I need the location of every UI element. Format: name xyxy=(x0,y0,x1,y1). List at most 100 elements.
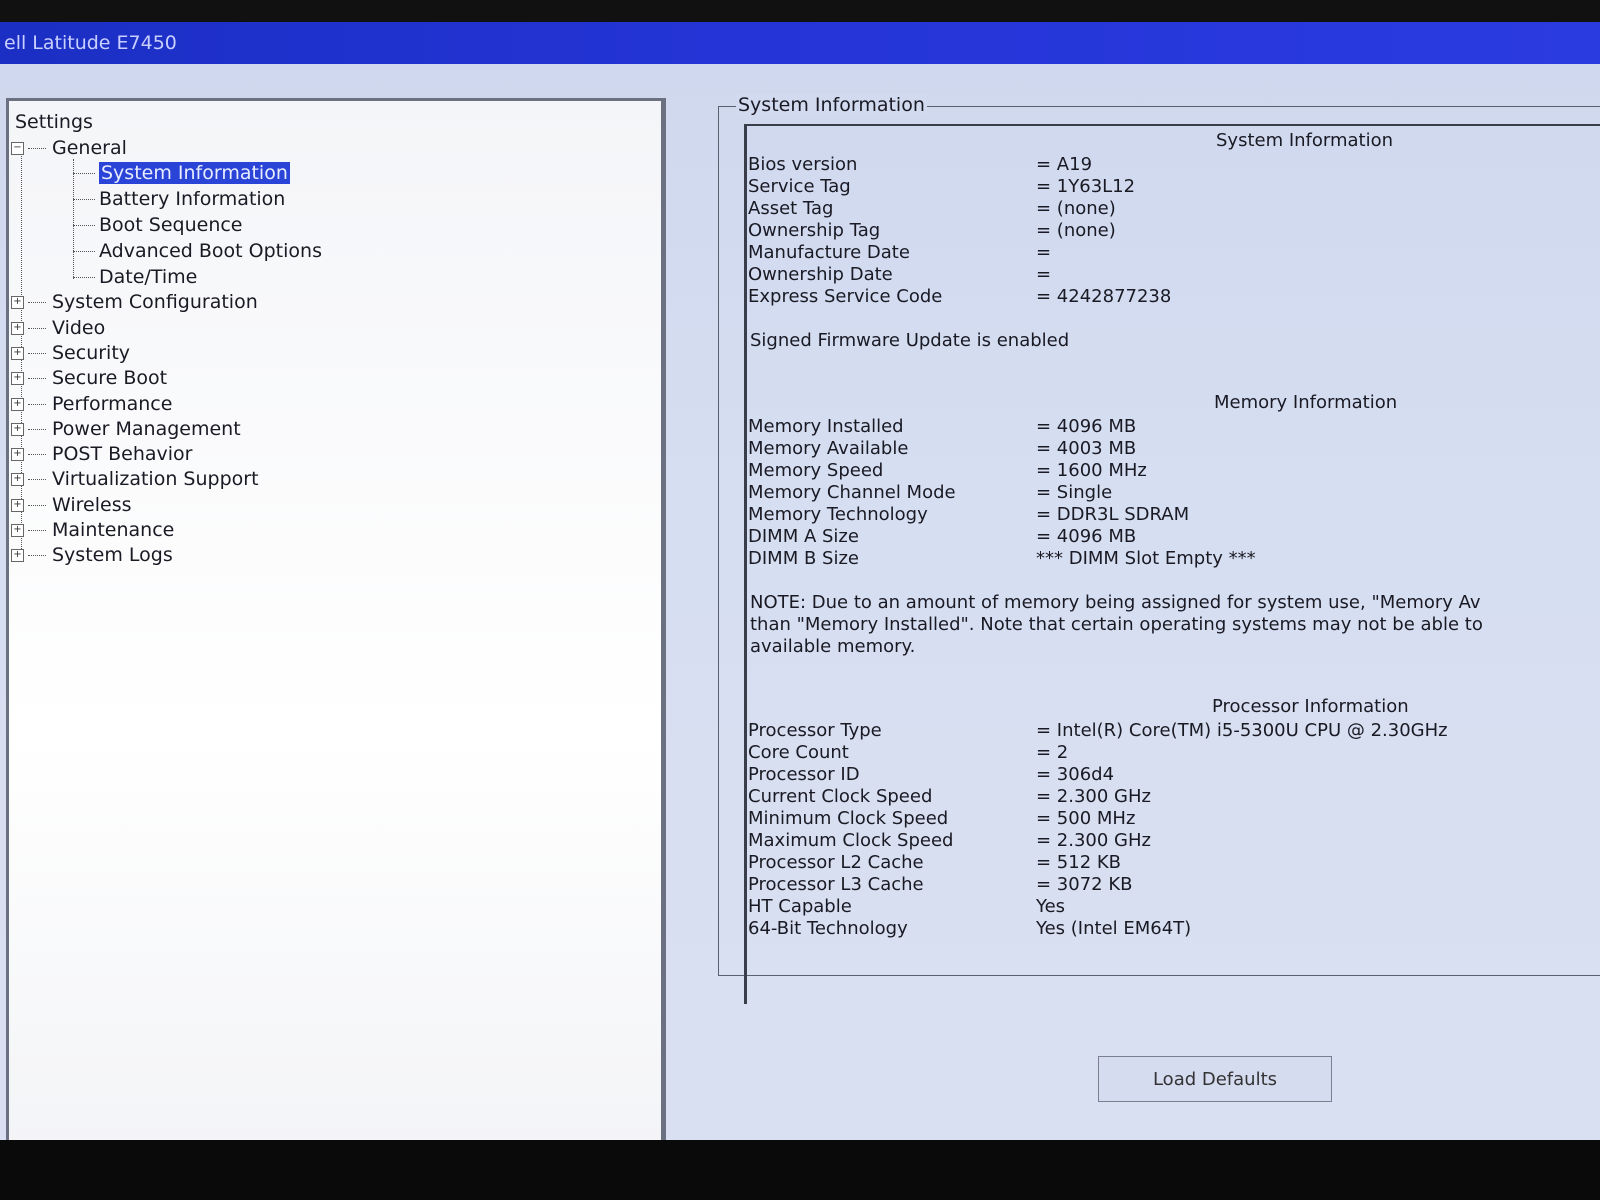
kv-label: Service Tag xyxy=(748,176,851,197)
tree-node-maintenance[interactable]: + Maintenance xyxy=(11,519,174,541)
firmware-note: Signed Firmware Update is enabled xyxy=(750,330,1070,351)
kv-label: Memory Channel Mode xyxy=(748,482,956,503)
tree-node-wireless[interactable]: + Wireless xyxy=(11,494,132,516)
kv-value: = 4096 MB xyxy=(1036,526,1137,547)
kv-label: Minimum Clock Speed xyxy=(748,808,949,829)
tree-leaf-label: Advanced Boot Options xyxy=(99,240,322,262)
tree-node-label: Video xyxy=(52,317,106,339)
kv-label: Memory Installed xyxy=(748,416,904,437)
tree-node-label: Security xyxy=(52,342,131,364)
expand-icon[interactable]: + xyxy=(11,549,24,562)
kv-value: = xyxy=(1036,242,1052,263)
kv-label: Bios version xyxy=(748,154,858,175)
tree-node-secure-boot[interactable]: + Secure Boot xyxy=(11,367,167,389)
expand-icon[interactable]: + xyxy=(11,423,24,436)
tree-leaf-date-time[interactable]: Date/Time xyxy=(73,266,197,288)
kv-label: Processor L2 Cache xyxy=(748,852,924,873)
load-defaults-button[interactable]: Load Defaults xyxy=(1098,1056,1332,1102)
expand-icon[interactable]: + xyxy=(11,448,24,461)
kv-label: Manufacture Date xyxy=(748,242,910,263)
tree-leaf-battery-information[interactable]: Battery Information xyxy=(73,188,285,210)
expand-icon[interactable]: + xyxy=(11,473,24,486)
collapse-icon[interactable]: − xyxy=(11,142,24,155)
expand-icon[interactable]: + xyxy=(11,524,24,537)
tree-node-label: Performance xyxy=(52,393,173,415)
expand-icon[interactable]: + xyxy=(11,398,24,411)
kv-value: Yes (Intel EM64T) xyxy=(1036,918,1192,939)
group-legend: System Information xyxy=(736,94,927,116)
kv-label: 64-Bit Technology xyxy=(748,918,908,939)
kv-label: DIMM A Size xyxy=(748,526,859,547)
kv-value: = 2.300 GHz xyxy=(1036,786,1151,807)
kv-value: = Intel(R) Core(TM) i5-5300U CPU @ 2.30G… xyxy=(1036,720,1448,741)
kv-label: Core Count xyxy=(748,742,849,763)
kv-label: Processor ID xyxy=(748,764,860,785)
section-heading-processor: Processor Information xyxy=(1212,696,1409,717)
tree-node-security[interactable]: + Security xyxy=(11,342,130,364)
kv-value: = DDR3L SDRAM xyxy=(1036,504,1190,525)
tree-node-label: General xyxy=(52,137,127,159)
kv-value: Yes xyxy=(1036,896,1066,917)
kv-label: DIMM B Size xyxy=(748,548,859,569)
kv-label: Processor Type xyxy=(748,720,882,741)
memory-note-line: NOTE: Due to an amount of memory being a… xyxy=(750,592,1481,613)
kv-value: = 4242877238 xyxy=(1036,286,1172,307)
section-heading-memory: Memory Information xyxy=(1214,392,1398,413)
tree-node-system-logs[interactable]: + System Logs xyxy=(11,544,173,566)
kv-label: Maximum Clock Speed xyxy=(748,830,954,851)
kv-value: = 1600 MHz xyxy=(1036,460,1147,481)
tree-leaf-label: Date/Time xyxy=(99,266,198,288)
tree-node-label: Secure Boot xyxy=(52,367,168,389)
kv-value: = 500 MHz xyxy=(1036,808,1136,829)
kv-value: = (none) xyxy=(1036,220,1116,241)
kv-value: = 306d4 xyxy=(1036,764,1115,785)
kv-value: = xyxy=(1036,264,1052,285)
tree-node-system-configuration[interactable]: + System Configuration xyxy=(11,291,258,313)
expand-icon[interactable]: + xyxy=(11,296,24,309)
tree-node-label: System Logs xyxy=(52,544,173,566)
tree-node-power-management[interactable]: + Power Management xyxy=(11,418,241,440)
tree-node-label: Wireless xyxy=(52,494,132,516)
bottom-bezel xyxy=(0,1140,1600,1200)
tree-node-label: POST Behavior xyxy=(52,443,193,465)
tree-node-general[interactable]: − General xyxy=(11,137,127,159)
tree-leaf-label: System Information xyxy=(99,162,290,184)
kv-label: Memory Available xyxy=(748,438,909,459)
tree-leaf-boot-sequence[interactable]: Boot Sequence xyxy=(73,214,243,236)
kv-value: = 4003 MB xyxy=(1036,438,1137,459)
tree-node-label: System Configuration xyxy=(52,291,258,313)
kv-value: = 512 KB xyxy=(1036,852,1122,873)
expand-icon[interactable]: + xyxy=(11,322,24,335)
tree-leaf-advanced-boot-options[interactable]: Advanced Boot Options xyxy=(73,240,322,262)
expand-icon[interactable]: + xyxy=(11,372,24,385)
kv-value: = 2.300 GHz xyxy=(1036,830,1151,851)
tree-node-label: Maintenance xyxy=(52,519,175,541)
kv-label: HT Capable xyxy=(748,896,852,917)
memory-note-line: available memory. xyxy=(750,636,916,657)
tree-node-post-behavior[interactable]: + POST Behavior xyxy=(11,443,193,465)
tree-root-settings: Settings xyxy=(15,111,93,133)
kv-label: Memory Speed xyxy=(748,460,884,481)
section-heading-system: System Information xyxy=(1216,130,1394,151)
tree-node-virtualization-support[interactable]: + Virtualization Support xyxy=(11,468,259,490)
memory-note-line: than "Memory Installed". Note that certa… xyxy=(750,614,1483,635)
kv-label: Current Clock Speed xyxy=(748,786,933,807)
window-title: ell Latitude E7450 xyxy=(0,22,1600,64)
tree-leaf-label: Battery Information xyxy=(99,188,286,210)
kv-value: *** DIMM Slot Empty *** xyxy=(1036,548,1256,569)
tree-node-video[interactable]: + Video xyxy=(11,317,105,339)
tree-leaf-system-information[interactable]: System Information xyxy=(73,162,290,184)
bios-screen: Settings − General System Information Bat… xyxy=(0,64,1600,1158)
kv-value: = A19 xyxy=(1036,154,1093,175)
tree-node-label: Virtualization Support xyxy=(52,468,259,490)
kv-value: = Single xyxy=(1036,482,1113,503)
expand-icon[interactable]: + xyxy=(11,347,24,360)
tree-leaf-label: Boot Sequence xyxy=(99,214,243,236)
tree-node-performance[interactable]: + Performance xyxy=(11,393,172,415)
kv-value: = (none) xyxy=(1036,198,1116,219)
kv-value: = 1Y63L12 xyxy=(1036,176,1136,197)
kv-label: Ownership Date xyxy=(748,264,893,285)
expand-icon[interactable]: + xyxy=(11,499,24,512)
kv-label: Memory Technology xyxy=(748,504,928,525)
kv-value: = 4096 MB xyxy=(1036,416,1137,437)
